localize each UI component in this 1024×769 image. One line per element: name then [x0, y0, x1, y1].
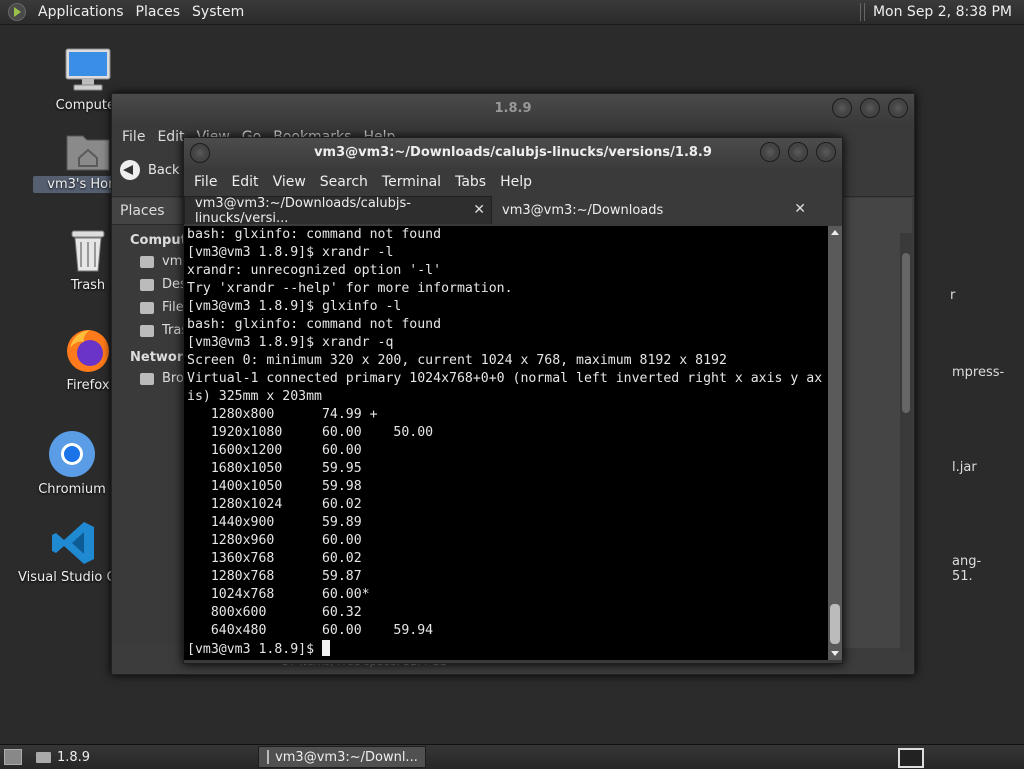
window-title: 1.8.9	[494, 101, 532, 116]
show-desktop-icon[interactable]	[4, 749, 22, 765]
terminal-line: is) 325mm x 203mm	[187, 389, 322, 404]
file-name-fragment[interactable]: r	[950, 288, 955, 303]
taskbar-item-label: 1.8.9	[57, 749, 91, 765]
terminal-scrollbar[interactable]	[828, 226, 842, 660]
file-name-fragment[interactable]: ang-51.	[952, 554, 981, 584]
tab-label: vm3@vm3:~/Downloads	[502, 202, 664, 218]
terminal-tab-bar: vm3@vm3:~/Downloads/calubjs-linucks/vers…	[184, 196, 842, 227]
scrollbar-thumb[interactable]	[902, 253, 910, 413]
terminal-menubar: File Edit View Search Terminal Tabs Help	[184, 168, 842, 196]
main-menu-icon[interactable]	[8, 3, 26, 21]
terminal-line: 640x480 60.00 59.94	[210, 623, 434, 638]
terminal-line: bash: glxinfo: command not found	[187, 317, 442, 332]
system-menu[interactable]: System	[186, 4, 250, 20]
terminal-line: 1360x768 60.02	[210, 551, 362, 566]
back-label: Back	[148, 162, 180, 178]
scrollbar-thumb[interactable]	[830, 604, 840, 644]
applications-menu[interactable]: Applications	[32, 4, 130, 20]
terminal-line: 1400x1050 59.98	[210, 479, 362, 494]
terminal-prompt: [vm3@vm3 1.8.9]$	[187, 642, 322, 657]
places-menu[interactable]: Places	[130, 4, 187, 20]
network-icon	[140, 372, 154, 385]
menu-search[interactable]: Search	[320, 174, 368, 190]
close-button[interactable]	[888, 98, 908, 118]
file-name-fragment[interactable]: mpress-	[952, 365, 1004, 380]
terminal-line: bash: glxinfo: command not found	[187, 227, 442, 242]
tab-label: vm3@vm3:~/Downloads/calubjs-linucks/vers…	[195, 195, 411, 226]
menu-edit[interactable]: Edit	[157, 129, 184, 145]
back-button[interactable]: Back	[120, 160, 180, 180]
close-tab-icon[interactable]: ✕	[794, 201, 806, 217]
trash-icon	[140, 324, 154, 337]
menu-tabs[interactable]: Tabs	[455, 174, 486, 190]
terminal-line: 1280x800 74.99 +	[210, 407, 378, 422]
terminal-line: 1600x1200 60.00	[210, 443, 362, 458]
terminal-line: 1680x1050 59.95	[210, 461, 362, 476]
menu-file[interactable]: File	[194, 174, 217, 190]
terminal-cursor	[321, 640, 330, 656]
terminal-text: bash: glxinfo: command not found [vm3@vm…	[184, 226, 828, 659]
menu-file[interactable]: File	[122, 129, 145, 145]
terminal-line: 1280x960 60.00	[210, 533, 362, 548]
terminal-line: Screen 0: minimum 320 x 200, current 102…	[187, 353, 727, 368]
minimize-button[interactable]	[760, 142, 780, 162]
terminal-line: 1920x1080 60.00 50.00	[210, 425, 434, 440]
folder-icon	[36, 751, 51, 763]
terminal-line: [vm3@vm3 1.8.9]$ xrandr -q	[187, 335, 394, 350]
terminal-line: Virtual-1 connected primary 1024x768+0+0…	[187, 371, 823, 386]
terminal-line: 1440x900 59.89	[210, 515, 362, 530]
bottom-panel: 1.8.9 vm3@vm3:~/Downl...	[0, 744, 1024, 769]
minimize-button[interactable]	[832, 98, 852, 118]
window-controls	[832, 98, 908, 118]
taskbar-item-terminal[interactable]: vm3@vm3:~/Downl...	[258, 746, 427, 768]
desktop-icon	[140, 278, 154, 291]
clock[interactable]: Mon Sep 2, 8:38 PM	[873, 4, 1024, 20]
menu-edit[interactable]: Edit	[231, 174, 258, 190]
terminal-output[interactable]: bash: glxinfo: command not found [vm3@vm…	[184, 226, 828, 660]
maximize-button[interactable]	[860, 98, 880, 118]
drive-icon	[140, 301, 154, 314]
top-panel: Applications Places System Mon Sep 2, 8:…	[0, 0, 1024, 25]
close-tab-icon[interactable]: ✕	[473, 202, 485, 218]
taskbar-item-file-manager[interactable]: 1.8.9	[28, 747, 98, 767]
terminal-titlebar[interactable]: vm3@vm3:~/Downloads/calubjs-linucks/vers…	[184, 138, 842, 168]
trash-icon	[68, 228, 108, 274]
terminal-line: 1024x768 60.00*	[210, 587, 370, 602]
maximize-button[interactable]	[788, 142, 808, 162]
computer-icon	[64, 46, 112, 94]
terminal-line: 800x600 60.32	[210, 605, 362, 620]
panel-separator	[859, 3, 865, 21]
tab-calubjs-versions[interactable]: vm3@vm3:~/Downloads/calubjs-linucks/vers…	[184, 195, 492, 226]
close-button[interactable]	[816, 142, 836, 162]
firefox-icon	[64, 326, 112, 374]
file-name-fragment[interactable]: l.jar	[952, 460, 977, 475]
terminal-line: Try 'xrandr --help' for more information…	[187, 281, 513, 296]
menu-view[interactable]: View	[273, 174, 306, 190]
scroll-down-icon[interactable]	[831, 651, 839, 656]
workspace-switcher[interactable]	[898, 748, 924, 768]
file-manager-scrollbar[interactable]	[900, 233, 912, 653]
terminal-line: 1280x768 59.87	[210, 569, 362, 584]
terminal-line: 1280x1024 60.02	[210, 497, 362, 512]
vscode-icon	[50, 520, 96, 566]
sidebar-pane-label: Places	[120, 203, 165, 219]
menu-terminal[interactable]: Terminal	[382, 174, 441, 190]
window-title: vm3@vm3:~/Downloads/calubjs-linucks/vers…	[314, 145, 712, 160]
terminal-line: [vm3@vm3 1.8.9]$ xrandr -l	[187, 245, 394, 260]
home-icon	[140, 255, 154, 268]
top-panel-right: Mon Sep 2, 8:38 PM	[859, 0, 1024, 24]
terminal-line: [vm3@vm3 1.8.9]$ glxinfo -l	[187, 299, 402, 314]
home-folder-icon	[65, 128, 111, 172]
taskbar-item-label: vm3@vm3:~/Downl...	[275, 749, 418, 765]
file-manager-titlebar[interactable]: 1.8.9	[112, 94, 914, 124]
window-controls	[760, 142, 836, 162]
terminal-icon	[267, 750, 270, 764]
back-arrow-icon	[120, 160, 140, 180]
terminal-line: xrandr: unrecognized option '-l'	[187, 263, 442, 278]
menu-help[interactable]: Help	[500, 174, 532, 190]
terminal-window[interactable]: vm3@vm3:~/Downloads/calubjs-linucks/vers…	[183, 137, 843, 664]
tab-downloads[interactable]: vm3@vm3:~/Downloads ✕	[492, 196, 812, 224]
scroll-up-icon[interactable]	[831, 230, 839, 235]
chromium-icon	[48, 430, 96, 478]
